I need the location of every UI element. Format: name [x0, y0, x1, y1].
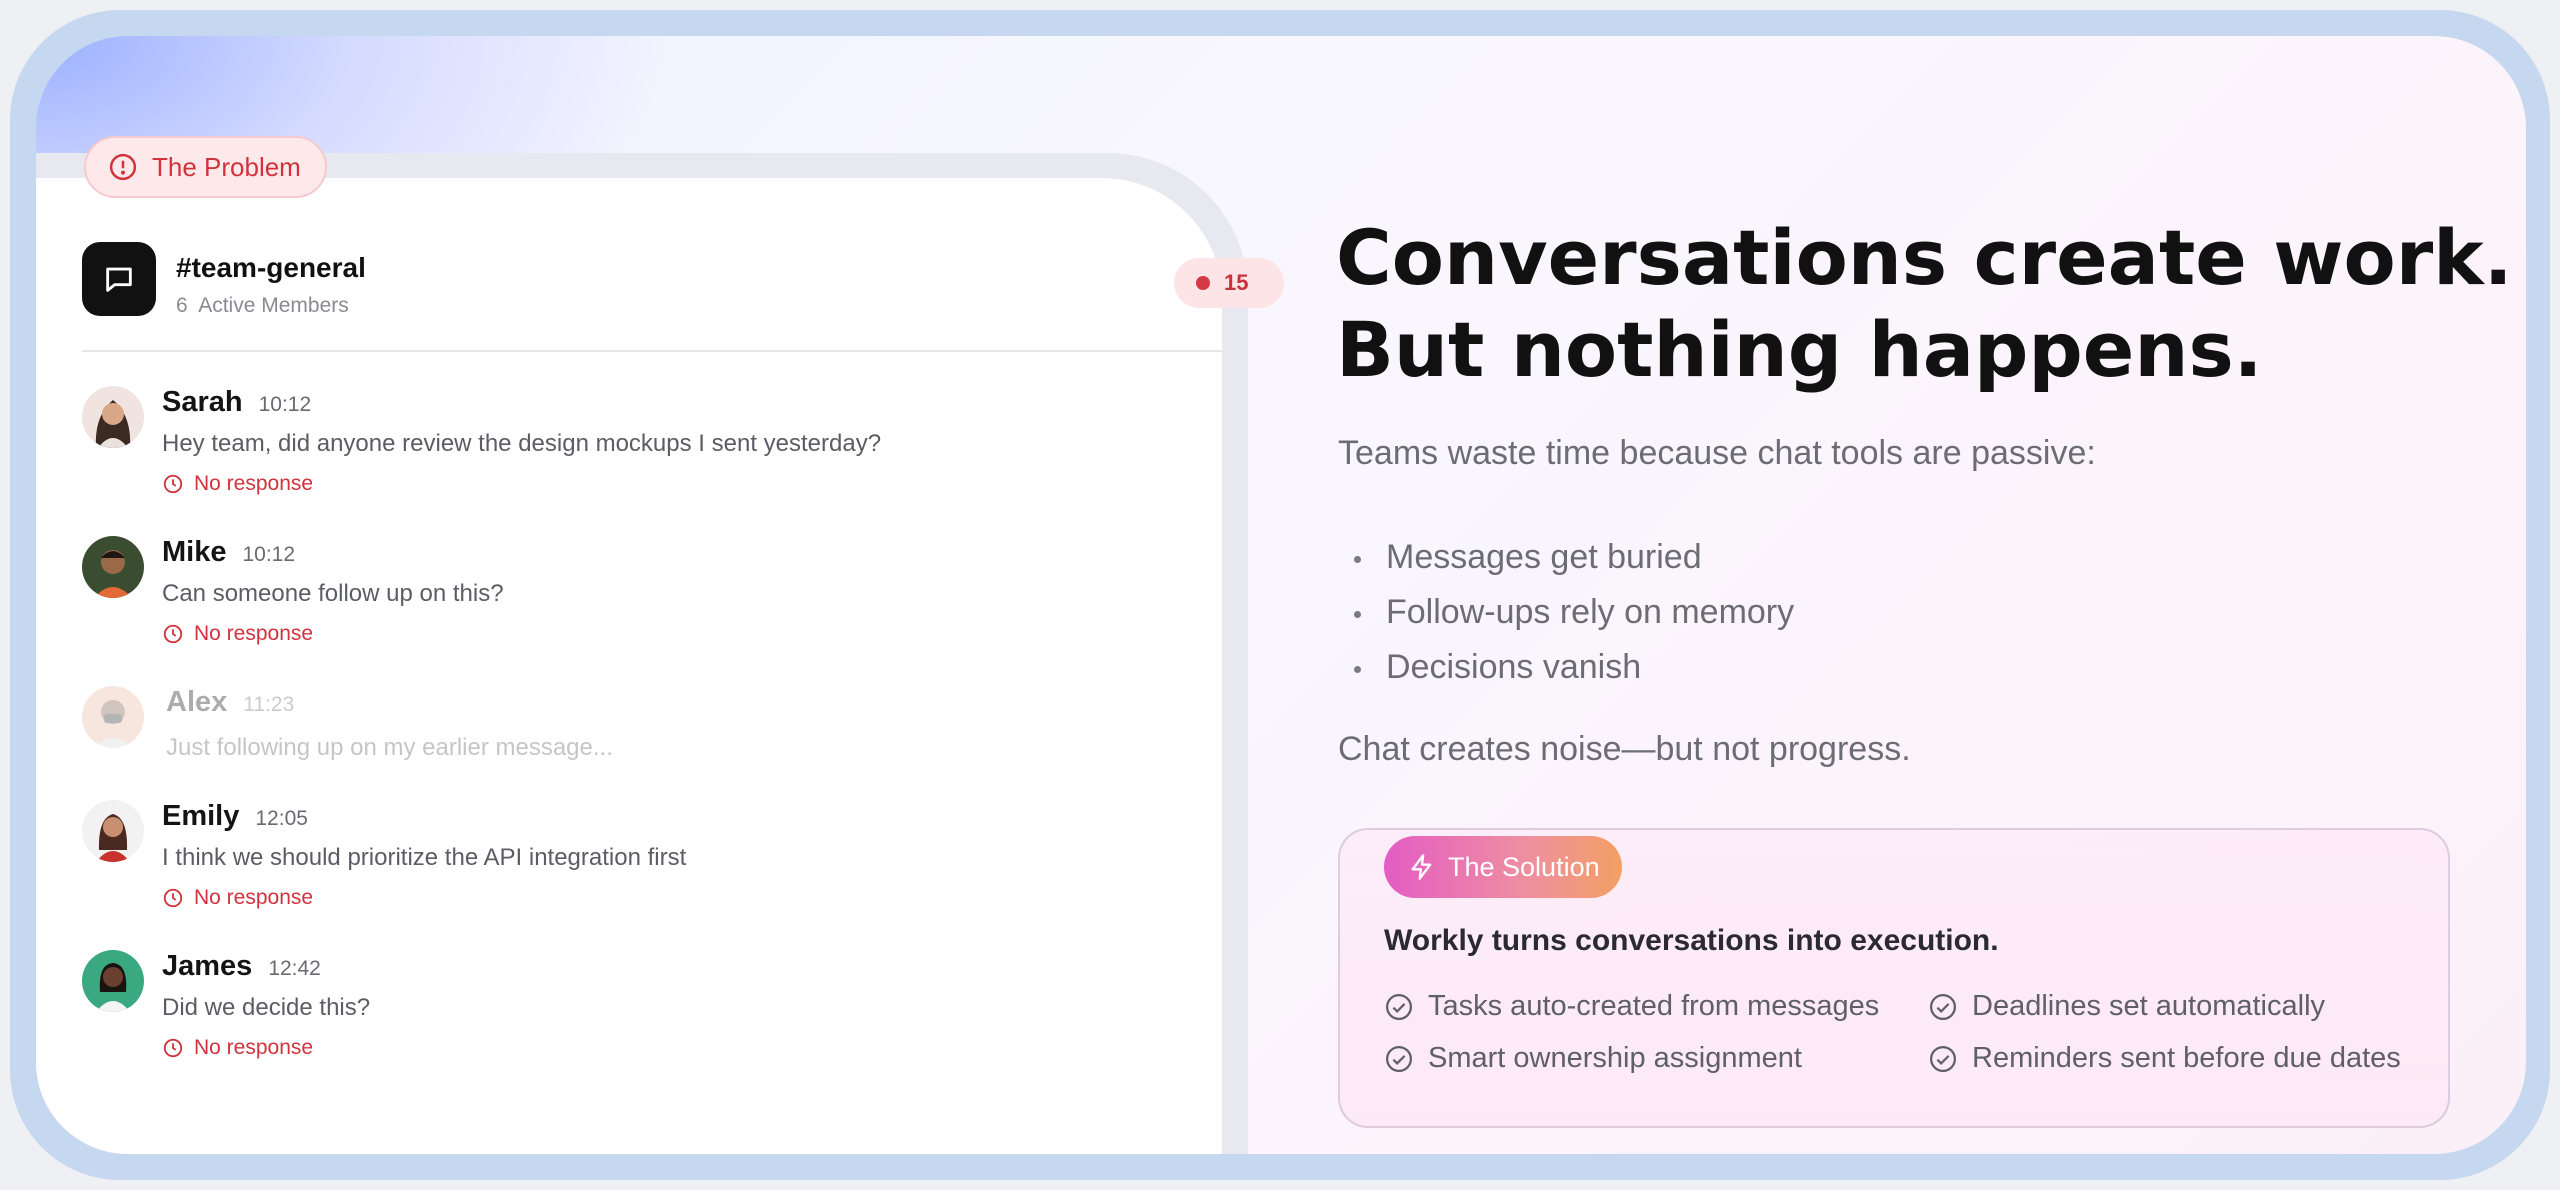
message-text: Just following up on my earlier message.…: [166, 734, 613, 761]
channel-header: #team-general 6 Active Members 15: [82, 242, 1284, 352]
message-time: 12:05: [255, 807, 308, 830]
unread-count: 15: [1224, 270, 1249, 295]
feature-label: Deadlines set automatically: [1972, 990, 2326, 1022]
message-text: Can someone follow up on this?: [162, 580, 504, 607]
sender-name[interactable]: Emily: [162, 800, 239, 833]
message-time: 11:23: [243, 693, 295, 716]
check-circle-icon: [1930, 1045, 1956, 1072]
bullet-item: Messages get buried: [1354, 530, 1794, 585]
avatar: [82, 950, 144, 1012]
feature-item: Reminders sent before due dates: [1928, 1042, 2401, 1075]
channel-name[interactable]: #team-general: [176, 252, 366, 284]
problem-badge-label: The Problem: [152, 151, 301, 182]
avatar-mike: [82, 536, 144, 598]
feature-card: The Problem #team-general 6 Active Membe…: [36, 36, 2526, 1154]
closing-text: Chat creates noise—but not progress.: [1338, 730, 1911, 768]
headline-line-2: But nothing happens.: [1336, 305, 2263, 394]
message-text: Did we decide this?: [162, 994, 371, 1021]
message-time: 12:42: [268, 957, 321, 980]
members-count: 6: [176, 294, 188, 317]
message-text: Hey team, did anyone review the design m…: [162, 430, 882, 457]
avatar: [82, 686, 144, 748]
solution-title: Workly turns conversations into executio…: [1384, 924, 1999, 957]
bullet-item: Follow-ups rely on memory: [1354, 585, 1794, 640]
problem-bullets: Messages get buried Follow-ups rely on m…: [1354, 530, 1794, 695]
message-time: 10:12: [258, 393, 312, 416]
bullet-item: Decisions vanish: [1354, 640, 1794, 695]
feature-item: Smart ownership assignment: [1384, 1042, 1802, 1075]
feature-item: Tasks auto-created from messages: [1384, 990, 1879, 1023]
avatar: [82, 386, 144, 448]
check-circle-icon: [1386, 993, 1412, 1020]
sender-name[interactable]: Alex: [166, 686, 227, 719]
headline: Conversations create work. But nothing h…: [1336, 212, 2516, 396]
no-response-status: No response: [162, 886, 313, 910]
clock-icon: [163, 1038, 183, 1058]
sender-name[interactable]: Sarah: [162, 386, 243, 419]
avatar: [82, 536, 144, 598]
problem-badge: The Problem: [84, 136, 327, 198]
lightning-icon: [1411, 854, 1432, 880]
headline-line-1: Conversations create work.: [1336, 213, 2513, 302]
unread-dot-icon: [1196, 276, 1210, 290]
chat-bubble-icon: [106, 267, 132, 292]
check-circle-icon: [1386, 1045, 1412, 1072]
alert-circle-icon: [109, 153, 137, 181]
sender-name[interactable]: Mike: [162, 536, 226, 569]
check-circle-icon: [1930, 993, 1956, 1020]
sender-name[interactable]: James: [162, 950, 252, 983]
clock-icon: [163, 888, 183, 908]
status-label: No response: [194, 886, 314, 909]
avatar-alex: [82, 686, 144, 748]
members-label: Active Members: [198, 294, 349, 317]
status-label: No response: [194, 1036, 314, 1059]
avatar: [82, 800, 144, 862]
status-label: No response: [194, 472, 314, 495]
feature-label: Smart ownership assignment: [1428, 1042, 1802, 1074]
no-response-status: No response: [162, 1036, 313, 1060]
channel-members: 6 Active Members: [176, 294, 349, 318]
status-label: No response: [194, 622, 314, 645]
avatar-james: [82, 950, 144, 1012]
clock-icon: [163, 474, 183, 494]
no-response-status: No response: [162, 472, 313, 496]
feature-item: Deadlines set automatically: [1928, 990, 2325, 1023]
message-text: I think we should prioritize the API int…: [162, 844, 687, 871]
avatar-emily: [82, 800, 144, 862]
unread-badge[interactable]: 15: [1174, 258, 1284, 308]
lead-text: Teams waste time because chat tools are …: [1338, 434, 2096, 472]
clock-icon: [163, 624, 183, 644]
feature-label: Reminders sent before due dates: [1972, 1042, 2401, 1074]
no-response-status: No response: [162, 622, 313, 646]
solution-badge: The Solution: [1384, 836, 1622, 898]
solution-badge-label: The Solution: [1448, 851, 1600, 882]
message-time: 10:12: [242, 543, 296, 566]
channel-avatar[interactable]: [82, 242, 156, 316]
avatar-sarah: [82, 386, 144, 448]
feature-label: Tasks auto-created from messages: [1428, 990, 1880, 1022]
